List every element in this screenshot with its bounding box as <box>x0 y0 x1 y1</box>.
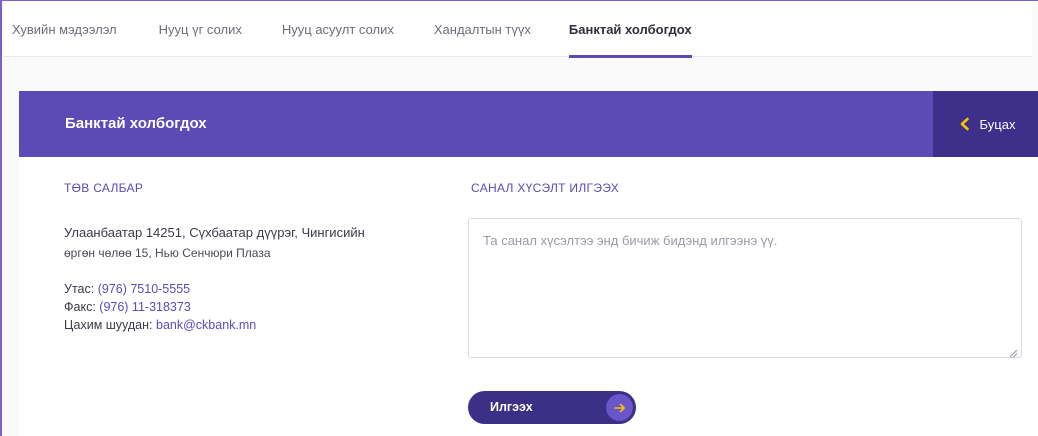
address-line-1: Улаанбаатар 14251, Сүхбаатар дүүрэг, Чин… <box>64 225 365 240</box>
branch-contacts: Утас: (976) 7510-5555 Факс: (976) 11-318… <box>64 280 256 334</box>
tab-bar: Хувийн мэдээлэл Нууц үг солих Нууц асуул… <box>4 2 1032 58</box>
fax-value: (976) 11-318373 <box>99 300 191 314</box>
resize-handle-icon[interactable] <box>1009 345 1018 358</box>
app-frame: Хувийн мэдээлэл Нууц үг солих Нууц асуул… <box>0 0 1038 436</box>
back-button-label: Буцах <box>979 116 1016 132</box>
fax-label: Факс: <box>64 300 96 314</box>
tab-personal-info[interactable]: Хувийн мэдээлэл <box>12 2 117 57</box>
email-label: Цахим шуудан: <box>64 318 153 332</box>
feedback-textarea[interactable] <box>469 219 1021 357</box>
feedback-title: САНАЛ ХҮСЭЛТ ИЛГЭЭХ <box>471 181 620 195</box>
phone-value[interactable]: (976) 7510-5555 <box>98 282 190 296</box>
email-link[interactable]: bank@ckbank.mn <box>156 318 256 332</box>
arrow-right-icon <box>606 394 633 421</box>
fax-row: Факс: (976) 11-318373 <box>64 298 256 316</box>
tab-change-security-question[interactable]: Нууц асуулт солих <box>282 2 394 57</box>
tab-contact-bank[interactable]: Банктай холбогдох <box>568 2 692 58</box>
tab-access-history[interactable]: Хандалтын түүх <box>434 2 531 57</box>
phone-label: Утас: <box>64 282 95 296</box>
chevron-left-icon <box>958 117 972 131</box>
phone-row: Утас: (976) 7510-5555 <box>64 280 256 298</box>
email-row: Цахим шуудан: bank@ckbank.mn <box>64 316 256 334</box>
contact-card: Банктай холбогдох Буцах ТӨВ САЛБАР Улаан… <box>19 91 1038 436</box>
address-line-2: өргөн чөлөө 15, Нью Сенчюри Плаза <box>64 246 271 260</box>
page-title: Банктай холбогдох <box>65 115 207 132</box>
branch-address: Улаанбаатар 14251, Сүхбаатар дүүрэг, Чин… <box>64 222 434 264</box>
send-button[interactable]: Илгээх <box>468 391 636 424</box>
tab-change-password[interactable]: Нууц үг солих <box>159 2 242 57</box>
send-button-label: Илгээх <box>490 400 533 414</box>
card-header: Банктай холбогдох Буцах <box>19 91 1038 157</box>
branch-title: ТӨВ САЛБАР <box>64 181 144 195</box>
back-button[interactable]: Буцах <box>933 91 1038 157</box>
feedback-textarea-wrapper <box>468 218 1022 358</box>
